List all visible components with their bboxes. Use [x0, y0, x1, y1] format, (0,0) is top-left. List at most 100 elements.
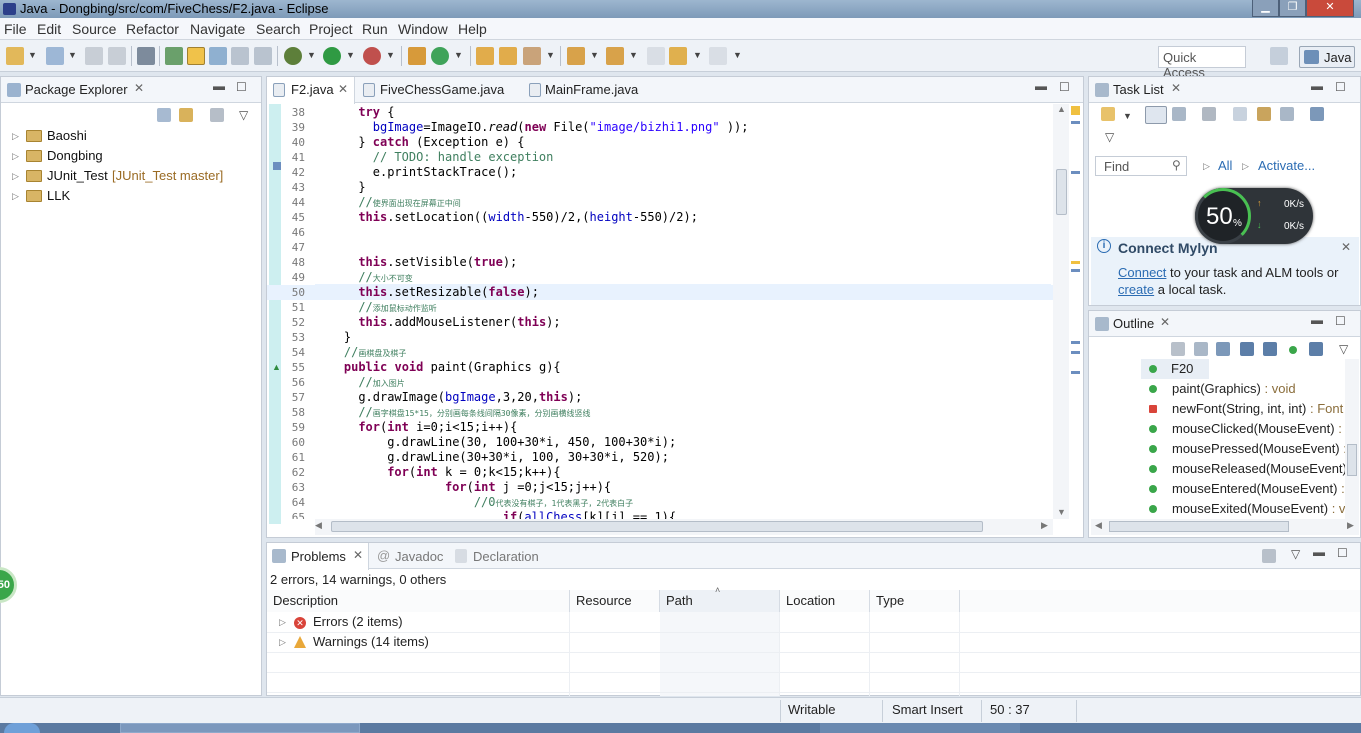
link-with-editor-icon[interactable] [179, 108, 193, 122]
outline-item[interactable]: mouseReleased(MouseEvent) [1089, 459, 1345, 479]
menu-edit[interactable]: Edit [37, 21, 61, 37]
column-description[interactable]: Description [267, 590, 570, 612]
maximize-icon[interactable]: ☐ [1335, 80, 1346, 94]
search-icon[interactable] [523, 47, 541, 65]
code-line[interactable]: 40} catch (Exception e) { [267, 135, 1053, 150]
search-dropdown-icon[interactable]: ▼ [546, 50, 555, 60]
side-badge[interactable]: 50 [0, 567, 17, 603]
outline-item[interactable]: paint(Graphics) : void [1089, 379, 1345, 399]
maximize-icon[interactable]: ☐ [1059, 80, 1070, 94]
connect-link[interactable]: Connect [1118, 265, 1166, 280]
chevron-down-icon[interactable]: ▽ [239, 108, 248, 122]
tab-javadoc[interactable]: @ Javadoc [375, 543, 455, 569]
task-list-title[interactable]: Task List [1113, 82, 1164, 97]
occurrence-marker[interactable] [1071, 269, 1080, 272]
column-resource[interactable]: Resource [570, 590, 660, 612]
expand-icon[interactable]: ▷ [12, 131, 19, 142]
sort-icon[interactable] [1216, 342, 1230, 356]
hide-static-icon[interactable] [1263, 342, 1277, 356]
show-whitespace-icon[interactable] [231, 47, 249, 65]
menu-run[interactable]: Run [362, 21, 388, 37]
occurrence-marker[interactable] [1071, 171, 1080, 174]
column-type[interactable]: Type [870, 590, 960, 612]
close-button[interactable]: ✕ [1306, 0, 1354, 17]
skip-breakpoints-icon[interactable] [137, 47, 155, 65]
back-dropdown-icon[interactable]: ▼ [693, 50, 702, 60]
outline-item[interactable]: newFont(String, int, int) : Font [1089, 399, 1345, 419]
next-annotation-icon[interactable] [567, 47, 585, 65]
tab-f2-java[interactable]: F2.java ✕ [267, 77, 355, 104]
menu-window[interactable]: Window [398, 21, 448, 37]
collapse-all-icon[interactable] [1194, 342, 1208, 356]
outline-item[interactable]: mouseEntered(MouseEvent) : [1089, 479, 1345, 499]
package-explorer-title[interactable]: Package Explorer [25, 82, 128, 97]
synchronize-icon[interactable] [1310, 107, 1324, 121]
view-toolbar-icon[interactable] [1262, 549, 1276, 563]
scroll-right-icon[interactable]: ▶ [1041, 520, 1048, 531]
minimize-icon[interactable]: ▬ [1313, 545, 1325, 559]
toggle-block-selection-icon[interactable] [209, 47, 227, 65]
menu-help[interactable]: Help [458, 21, 487, 37]
task-find-input[interactable]: Find ⚲ [1095, 156, 1187, 176]
code-line[interactable]: 51 //添加鼠标动作监听 [267, 300, 1053, 315]
code-line[interactable]: 64 //0代表没有棋子，1代表黑子，2代表白子 [267, 495, 1053, 510]
collapse-all-icon[interactable] [1280, 107, 1294, 121]
menu-search[interactable]: Search [256, 21, 300, 37]
new-icon[interactable] [6, 47, 24, 65]
new-java-package-icon[interactable] [408, 47, 426, 65]
code-line[interactable]: 58 //画字棋盘15*15，分别画每条线间隔30像素，分别画横线竖线 [267, 405, 1053, 420]
categorized-icon[interactable] [1145, 106, 1167, 124]
outline-item[interactable]: mouseExited(MouseEvent) : v [1089, 499, 1345, 519]
hide-completed-icon[interactable] [1233, 107, 1247, 121]
scroll-up-icon[interactable]: ▲ [1057, 104, 1066, 114]
outline-item[interactable]: F20 [1141, 359, 1209, 379]
occurrence-marker[interactable] [1071, 351, 1080, 354]
code-line[interactable]: 42 e.printStackTrace(); [267, 165, 1053, 180]
outline-vertical-scrollbar[interactable] [1345, 359, 1359, 519]
tab-declaration[interactable]: Declaration [453, 543, 553, 569]
tab-problems[interactable]: Problems ✕ [267, 543, 369, 570]
warning-marker[interactable] [1071, 261, 1080, 264]
close-icon[interactable]: ✕ [134, 81, 144, 95]
tree-item-dongbing[interactable]: ▷ Dongbing [1, 147, 259, 167]
code-line[interactable]: 65 if(allChess[k][j] == 1){ [267, 510, 1053, 519]
menu-project[interactable]: Project [309, 21, 353, 37]
scrollbar-thumb[interactable] [1056, 169, 1067, 215]
maximize-button[interactable]: ❐ [1279, 0, 1306, 17]
code-line[interactable]: 52 this.addMouseListener(this); [267, 315, 1053, 330]
scheduled-icon[interactable] [1172, 107, 1186, 121]
expand-icon[interactable]: ▷ [1242, 161, 1249, 172]
scroll-left-icon[interactable]: ◀ [1095, 520, 1102, 531]
code-line[interactable]: 43} [267, 180, 1053, 195]
tree-item-llk[interactable]: ▷ LLK [1, 187, 259, 207]
code-line[interactable]: 45 this.setLocation((width-550)/2,(height… [267, 210, 1053, 225]
activate-link[interactable]: Activate... [1258, 158, 1315, 173]
code-line[interactable]: 54 //画棋盘及棋子 [267, 345, 1053, 360]
minimize-icon[interactable]: ▬ [213, 79, 225, 93]
status-cursor-position[interactable]: 50 : 37 [990, 702, 1030, 717]
menu-source[interactable]: Source [72, 21, 116, 37]
column-location[interactable]: Location [780, 590, 870, 612]
menu-file[interactable]: File [4, 21, 27, 37]
hide-local-types-icon[interactable] [1309, 342, 1323, 356]
forward-icon[interactable] [709, 47, 727, 65]
minimize-icon[interactable]: ▬ [1311, 79, 1323, 93]
minimize-icon[interactable]: ▬ [1311, 313, 1323, 327]
scrollbar-thumb[interactable] [1109, 521, 1289, 532]
occurrence-marker[interactable] [1071, 121, 1080, 124]
code-line[interactable]: 38 try { [267, 105, 1053, 120]
tree-item-junit-test[interactable]: ▷ JUnit_Test [JUnit_Test master] [1, 167, 259, 187]
outline-horizontal-scrollbar[interactable]: ◀ ▶ [1091, 519, 1359, 535]
chevron-down-icon[interactable]: ▽ [1291, 547, 1300, 561]
previous-annotation-dropdown-icon[interactable]: ▼ [629, 50, 638, 60]
back-icon[interactable] [669, 47, 687, 65]
forward-dropdown-icon[interactable]: ▼ [733, 50, 742, 60]
new-class-dropdown-icon[interactable]: ▼ [454, 50, 463, 60]
network-speed-widget[interactable]: 50 % ↑ 0K/s ↓ 0K/s [1195, 188, 1313, 244]
start-button[interactable] [4, 723, 40, 733]
java-perspective-button[interactable]: Java [1299, 46, 1355, 68]
expand-icon[interactable]: ▷ [279, 617, 286, 628]
open-perspective-icon[interactable] [1270, 47, 1288, 65]
code-line[interactable]: 59 for(int i=0;i<15;i++){ [267, 420, 1053, 435]
code-line[interactable]: 55 public void paint(Graphics g){ [267, 360, 1053, 375]
